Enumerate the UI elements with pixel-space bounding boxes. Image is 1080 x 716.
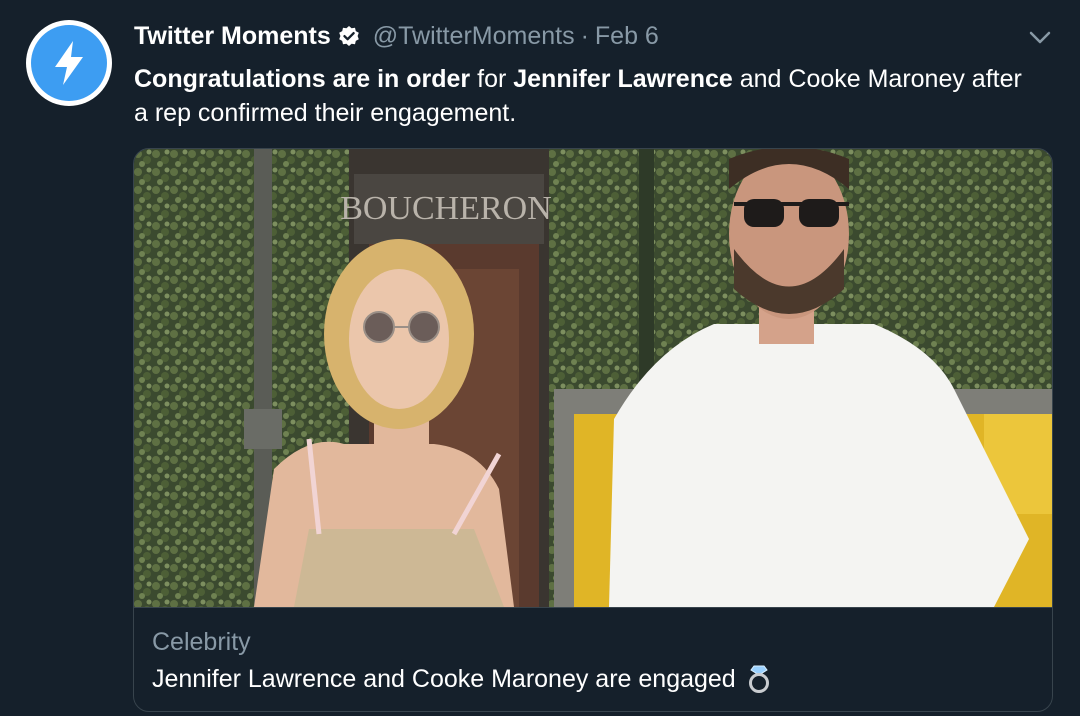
avatar[interactable]: [26, 20, 112, 106]
tweet-header: Twitter Moments @TwitterMoments · Feb 6: [134, 22, 659, 51]
tweet-text-bold-1: Congratulations are in order: [134, 65, 471, 93]
moment-card[interactable]: BOUCHERON Celebrity Jennifer Lawrence an…: [133, 148, 1053, 712]
storefront-sign: BOUCHERON: [340, 190, 552, 227]
ring-icon: [746, 664, 772, 694]
tweet[interactable]: Twitter Moments @TwitterMoments · Feb 6 …: [0, 0, 1080, 716]
card-image[interactable]: BOUCHERON: [134, 149, 1052, 607]
separator-dot: ·: [580, 22, 589, 50]
tweet-text-bold-2: Jennifer Lawrence: [513, 65, 733, 93]
lightning-bolt-icon: [31, 25, 107, 101]
card-meta[interactable]: Celebrity Jennifer Lawrence and Cooke Ma…: [134, 607, 1052, 711]
card-category: Celebrity: [152, 628, 251, 656]
card-title[interactable]: Jennifer Lawrence and Cooke Maroney are …: [152, 664, 772, 694]
tweet-date[interactable]: Feb 6: [595, 22, 659, 51]
verified-badge-icon: [337, 25, 361, 49]
card-title-text: Jennifer Lawrence and Cooke Maroney are …: [152, 664, 736, 693]
display-name[interactable]: Twitter Moments: [134, 22, 331, 51]
author-handle[interactable]: @TwitterMoments: [373, 22, 575, 51]
chevron-down-icon[interactable]: [1026, 28, 1054, 48]
tweet-text: Congratulations are in order for Jennife…: [134, 62, 1034, 130]
tweet-text-segment-2: for: [470, 65, 514, 93]
